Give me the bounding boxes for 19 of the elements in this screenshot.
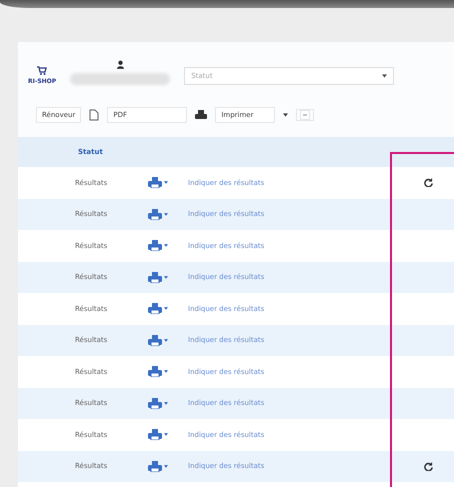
caret-icon[interactable] [164, 433, 168, 436]
printer-icon[interactable] [195, 110, 208, 120]
caret-icon[interactable] [283, 113, 288, 117]
caret-icon[interactable] [164, 338, 168, 342]
caret-icon[interactable] [164, 212, 168, 216]
caret-icon[interactable] [164, 402, 168, 405]
cart-icon [37, 66, 48, 75]
document-icon[interactable] [89, 109, 100, 121]
caret-icon[interactable] [164, 370, 168, 374]
caret-icon[interactable] [164, 276, 168, 279]
user-icon [116, 60, 124, 69]
user-name-field[interactable] [70, 73, 170, 85]
caret-icon[interactable] [164, 181, 168, 184]
caret-icon[interactable] [164, 307, 168, 310]
caret-icon [382, 74, 388, 78]
caret-icon[interactable] [164, 244, 168, 248]
caret-icon[interactable] [164, 464, 168, 468]
refresh-icon[interactable] [424, 178, 432, 188]
refresh-icon[interactable] [424, 462, 432, 471]
